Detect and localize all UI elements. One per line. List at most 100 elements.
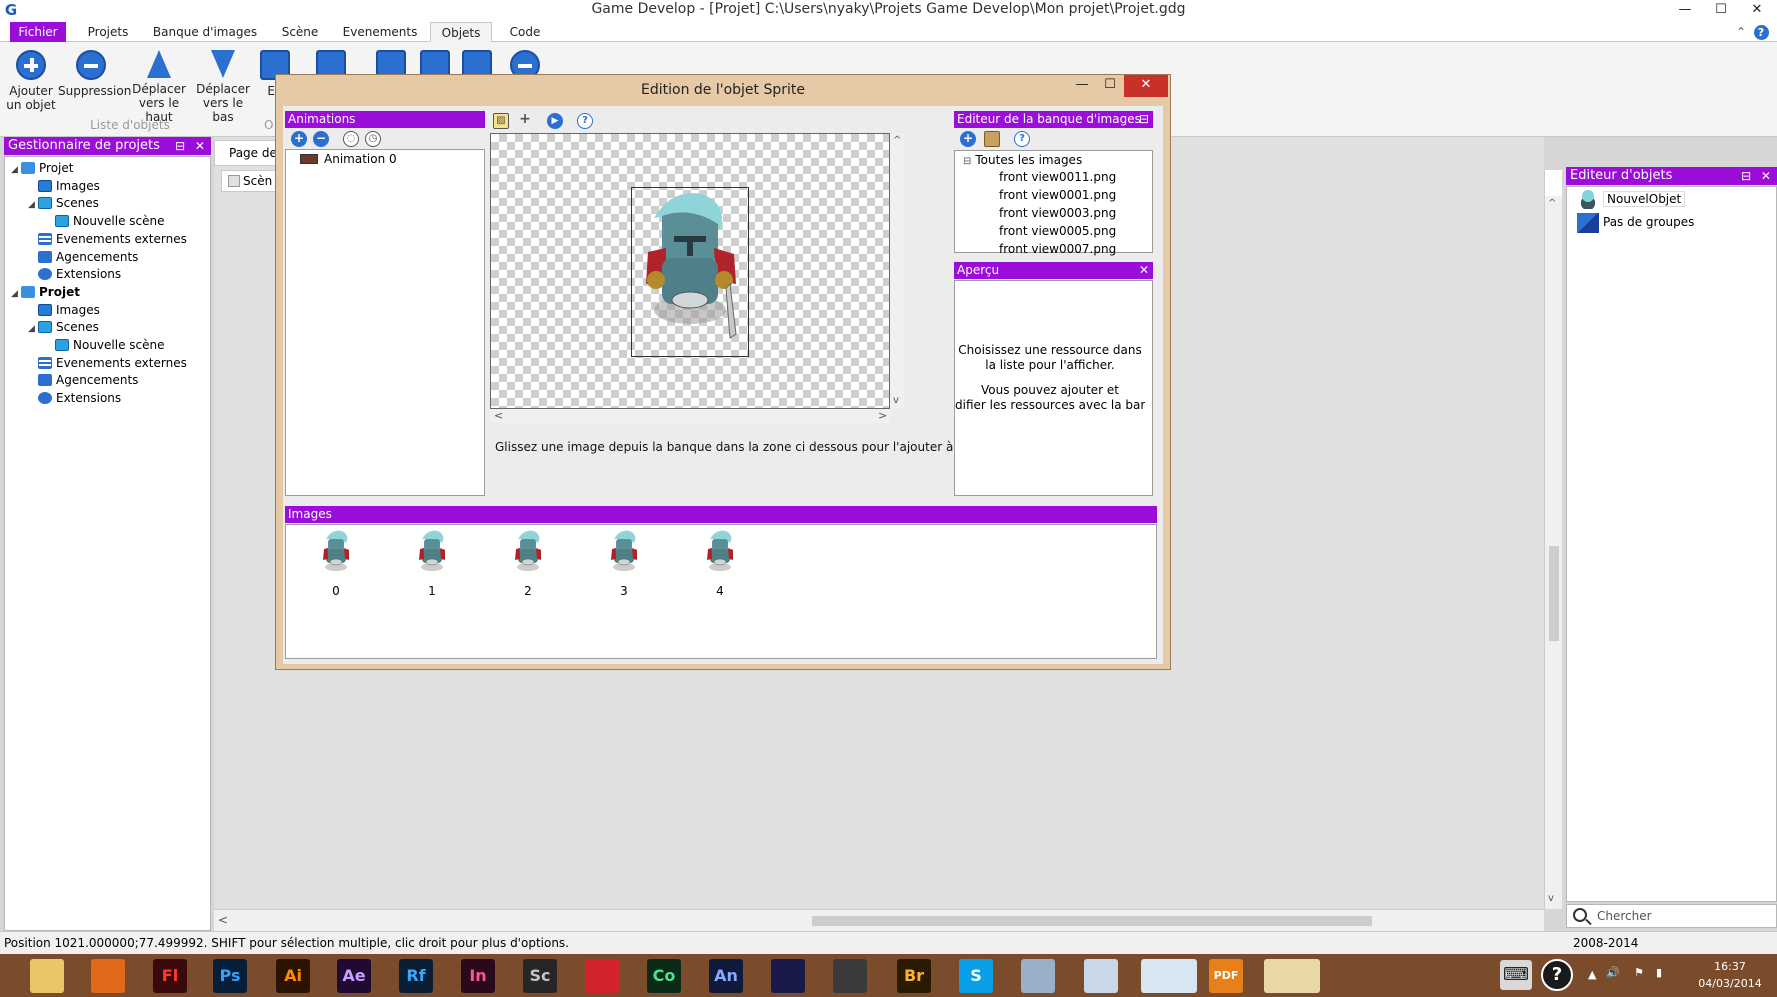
monitor-icon[interactable]	[1021, 959, 1055, 993]
add-point-icon[interactable]: +	[517, 112, 533, 129]
network-icon[interactable]	[1084, 959, 1118, 993]
add-image-button[interactable]: +	[960, 131, 976, 147]
tree-item[interactable]: Evenements externes	[28, 230, 187, 248]
horizontal-scrollbar[interactable]: <	[214, 909, 1544, 931]
coda-icon[interactable]: Co	[647, 959, 681, 993]
groups-item[interactable]: Pas de groupes	[1603, 215, 1694, 229]
tab-fichier[interactable]: Fichier	[10, 22, 66, 42]
bank-image-item[interactable]: front view0005.png	[999, 224, 1116, 238]
scroll-left-icon[interactable]: <	[494, 409, 503, 422]
object-item-nouvelobjet[interactable]: NouvelObjet	[1603, 191, 1686, 207]
page-tab[interactable]: Page de	[214, 140, 284, 166]
expand-toggle-icon[interactable]: ◢	[28, 196, 38, 214]
add-object-button[interactable]: Ajouter un objet	[6, 50, 56, 112]
tab-code[interactable]: Code	[502, 22, 548, 42]
file-explorer-icon[interactable]	[30, 959, 64, 993]
collapse-icon[interactable]: ⊟	[1139, 111, 1149, 128]
tab-projets[interactable]: Projets	[80, 22, 136, 42]
object-search-input[interactable]: Chercher	[1566, 904, 1777, 928]
scroll-down-icon[interactable]: v	[1548, 893, 1554, 904]
tree-item[interactable]: Extensions	[28, 389, 121, 407]
tab-scene[interactable]: Scène	[272, 22, 328, 42]
sprite-canvas[interactable]	[490, 133, 890, 409]
bank-help-icon[interactable]: ?	[1014, 131, 1030, 147]
maximize-button[interactable]: ☐	[1703, 0, 1739, 22]
animation-frame[interactable]: 1	[412, 529, 452, 598]
scroll-left-icon[interactable]: <	[218, 913, 228, 927]
tree-item[interactable]: ◢ Scenes	[28, 194, 99, 212]
collapse-ribbon-icon[interactable]: ⌃	[1732, 23, 1750, 41]
flag-icon[interactable]: ⚑	[1634, 966, 1644, 979]
add-animation-button[interactable]: +	[291, 131, 307, 147]
media-icon[interactable]	[771, 959, 805, 993]
canvas-help-icon[interactable]: ?	[577, 113, 593, 129]
tree-item[interactable]: Evenements externes	[28, 354, 187, 372]
vertical-scrollbar[interactable]: ^ v	[1544, 196, 1562, 909]
tree-item[interactable]: ◢ Projet	[11, 283, 80, 301]
paint-icon[interactable]	[1264, 959, 1320, 993]
tree-item[interactable]: ◢ Projet	[11, 159, 73, 177]
animation-frame[interactable]: 4	[700, 529, 740, 598]
move-up-button[interactable]: Déplacer vers le haut	[126, 50, 192, 124]
photoshop-icon[interactable]: Ps	[213, 959, 247, 993]
move-down-button[interactable]: Déplacer vers le bas	[192, 50, 254, 124]
after-effects-icon[interactable]: Ae	[337, 959, 371, 993]
tree-item[interactable]: ◢ Scenes	[28, 318, 99, 336]
expand-toggle-icon[interactable]: ◢	[11, 161, 21, 179]
package-icon[interactable]	[984, 131, 1000, 147]
bank-image-item[interactable]: front view0011.png	[999, 170, 1116, 184]
tree-item[interactable]: Extensions	[28, 265, 121, 283]
unity-icon[interactable]	[833, 959, 867, 993]
keyboard-icon[interactable]: ⌨	[1500, 960, 1532, 990]
tree-item[interactable]: Nouvelle scène	[45, 336, 165, 354]
scroll-down-icon[interactable]: v	[893, 395, 899, 406]
tab-objets[interactable]: Objets	[430, 22, 492, 43]
network-signal-icon[interactable]: ▮	[1656, 966, 1662, 979]
volume-icon[interactable]: 🔊	[1606, 966, 1620, 979]
scroll-thumb[interactable]	[1549, 546, 1559, 641]
skype-icon[interactable]: S	[959, 959, 993, 993]
flash-icon[interactable]: Fl	[153, 959, 187, 993]
indesign-icon[interactable]: In	[461, 959, 495, 993]
edit-mask-icon[interactable]: ▨	[493, 113, 509, 129]
tab-banque-images[interactable]: Banque d'images	[150, 22, 260, 42]
bank-image-item[interactable]: front view0003.png	[999, 206, 1116, 220]
illustrator-icon[interactable]: Ai	[276, 959, 310, 993]
dialog-maximize-button[interactable]: ☐	[1096, 75, 1124, 97]
bank-image-item[interactable]: front view0001.png	[999, 188, 1116, 202]
tree-item[interactable]: Agencements	[28, 248, 138, 266]
panel-buttons[interactable]: ⊟ ✕	[175, 137, 208, 155]
bridge-icon[interactable]: Br	[897, 959, 931, 993]
remove-animation-button[interactable]: −	[313, 131, 329, 147]
minimize-button[interactable]: —	[1667, 0, 1703, 22]
game-develop-icon[interactable]	[1141, 959, 1197, 993]
tree-item[interactable]: Images	[28, 301, 100, 319]
animation-item[interactable]: Animation 0	[300, 152, 397, 166]
show-hidden-icons-icon[interactable]: ▲	[1588, 968, 1596, 981]
tree-item[interactable]: Images	[28, 177, 100, 195]
scroll-right-icon[interactable]: >	[878, 409, 887, 422]
animation-frame[interactable]: 0	[316, 529, 356, 598]
expand-toggle-icon[interactable]: ◢	[28, 320, 38, 338]
expand-toggle-icon[interactable]: ◢	[11, 285, 21, 303]
canvas-horizontal-scrollbar[interactable]: < >	[490, 409, 890, 423]
pdf-icon[interactable]: PDF	[1209, 959, 1243, 993]
tab-evenements[interactable]: Evenements	[340, 22, 420, 42]
animation-frame[interactable]: 3	[604, 529, 644, 598]
timer-icon[interactable]: ◷	[365, 131, 381, 147]
scroll-up-icon[interactable]: ^	[893, 135, 901, 146]
help-icon[interactable]: ?	[1752, 23, 1770, 41]
creative-cloud-icon[interactable]	[585, 959, 619, 993]
panel-buttons[interactable]: ⊟ ✕	[1741, 167, 1774, 185]
scroll-thumb[interactable]	[812, 916, 1372, 926]
delete-object-button[interactable]: Suppression	[58, 50, 131, 98]
firefox-icon[interactable]	[91, 959, 125, 993]
play-icon[interactable]: ▶	[547, 113, 563, 129]
dialog-close-button[interactable]: ✕	[1124, 75, 1168, 97]
tree-item[interactable]: Agencements	[28, 371, 138, 389]
clock[interactable]: 16:37 04/03/2014	[1690, 958, 1770, 992]
animation-frame[interactable]: 2	[508, 529, 548, 598]
scroll-up-icon[interactable]: ^	[1548, 198, 1556, 209]
close-button[interactable]: ✕	[1739, 0, 1775, 22]
tree-item[interactable]: Nouvelle scène	[45, 212, 165, 230]
